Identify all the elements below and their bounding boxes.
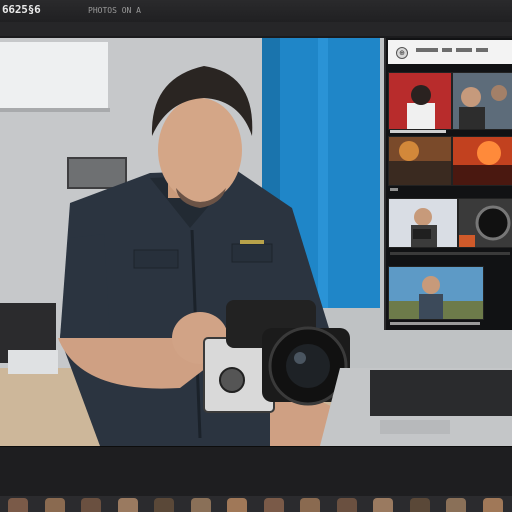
caption-line [390,188,398,191]
app-title: 6625§6 [2,3,41,16]
filmstrip-frame[interactable] [263,498,284,512]
filmstrip-frame[interactable] [44,498,65,512]
wall-monitor [67,157,127,189]
filmstrip-frame[interactable] [117,498,138,512]
filmstrip-frame[interactable] [227,498,247,512]
site-header: ⊕ [388,40,512,64]
image-viewer[interactable]: ⊕ [0,38,512,446]
thumb-man-speaking[interactable] [388,72,452,130]
thumb-fire-scene-1[interactable] [388,136,452,186]
person-face [158,98,242,202]
filmstrip-frame[interactable] [482,498,503,512]
caption-line [390,322,480,325]
caption-line [390,130,446,133]
thumb-fire-scene-2[interactable] [452,136,512,186]
filmstrip-frame[interactable] [190,498,211,512]
filmstrip-frame[interactable] [336,498,357,512]
filmstrip-frame[interactable] [409,498,430,512]
globe-icon: ⊕ [396,47,408,59]
window-light [0,42,108,112]
bottom-panel [0,446,512,497]
site-nav [416,48,506,54]
title-bar: 6625§6 PHOTOS ON A [0,0,512,23]
laptop-keyboard [370,370,512,416]
laptop-screen: ⊕ [384,38,512,330]
app-subtitle: PHOTOS ON A [88,6,141,15]
thumb-camera-lens[interactable] [458,198,512,248]
filmstrip-frame[interactable] [300,498,320,512]
toolbar [0,22,512,36]
filmstrip[interactable] [0,496,512,512]
filmstrip-frame[interactable] [446,498,466,512]
filmstrip-frame[interactable] [373,498,393,512]
thumb-photographer-landscape[interactable] [388,266,484,320]
thumb-crowd-scene[interactable] [452,72,512,130]
thumb-photographer-portrait[interactable] [388,198,458,248]
filmstrip-frame[interactable] [154,498,174,512]
caption-line [390,252,510,255]
filmstrip-frame[interactable] [81,498,101,512]
filmstrip-frame[interactable] [8,498,28,512]
